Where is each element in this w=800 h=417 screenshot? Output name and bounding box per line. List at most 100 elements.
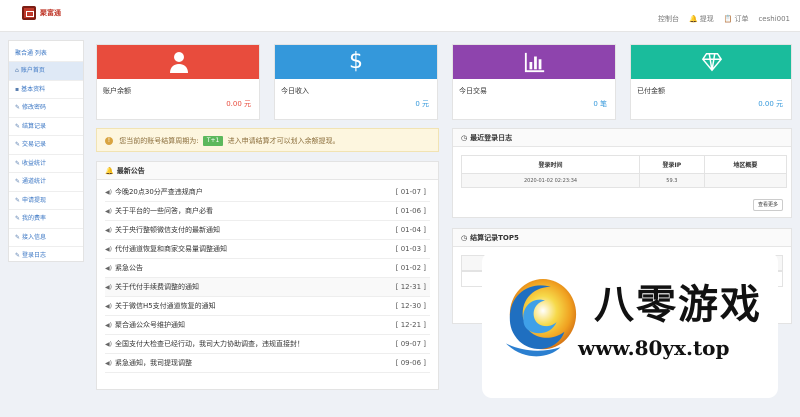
watermark-title: 八零游戏 <box>594 281 762 328</box>
announcement-date: [ 01-07 ] <box>395 188 426 196</box>
card-value: 0 笔 <box>593 100 607 108</box>
announcement-date: [ 09-06 ] <box>395 359 426 367</box>
announcement-item[interactable]: ◀) 代付通道恢复和商家交易量调整通知 [ 01-03 ] <box>105 240 430 259</box>
sidebar-item-label: 账户首页 <box>20 67 45 74</box>
brand-logo[interactable] <box>22 6 36 20</box>
top-bar: 聚富通 控制台 🔔 提现 📋 订单 ceshi001 <box>0 0 800 32</box>
nav-orders[interactable]: 📋 订单 <box>724 14 749 24</box>
announcement-item[interactable]: ◀) 今晚20点30分严查违规商户 [ 01-07 ] <box>105 183 430 202</box>
nav-orders-label: 订单 <box>734 15 749 23</box>
key-icon: ✎ <box>15 122 21 130</box>
login-log-header: ◷ 最近登录日志 <box>453 129 791 147</box>
announcement-item[interactable]: ◀) 关于微信H5支付通道恢复的通知 [ 12-30 ] <box>105 297 430 316</box>
swirl-logo-icon <box>505 279 577 357</box>
announcement-date: [ 12-31 ] <box>395 283 426 291</box>
column-header: 登录IP <box>639 155 705 174</box>
panel-title: 结算记录TOP5 <box>470 234 519 242</box>
speaker-icon: ◀) <box>105 360 112 367</box>
sidebar-item-label: 申请提现 <box>22 196 47 204</box>
key-icon: ✎ <box>15 159 21 167</box>
clock-icon: ◷ <box>461 134 468 142</box>
key-icon: ✎ <box>15 104 21 111</box>
sidebar-item-rates[interactable]: ✎ 我的费率 <box>9 209 83 228</box>
sidebar-item-withdraw[interactable]: ✎ 申请提现 <box>9 190 83 210</box>
announcements-panel: 🔔 最新公告 ◀) 今晚20点30分严查违规商户[ 01-07 ] ◀) 关于平台的一… <box>96 161 439 390</box>
sidebar-item-home[interactable]: ⌂ 账户首页 <box>9 61 83 80</box>
sidebar: 聚合通 列表 ⌂ 账户首页 ▪ 基本资料 ✎ 修改密码 ✎ 结算记录 ✎ 交易记录 ✎ 收益… <box>8 40 84 262</box>
top5-header: ◷ 结算记录TOP5 <box>453 229 791 247</box>
card-label: 今日收入 <box>281 87 309 95</box>
announcement-item[interactable]: ◀) 关于平台的一些问答，商户必看 [ 01-06 ] <box>105 202 430 221</box>
key-icon: ✎ <box>15 141 21 148</box>
announcement-item[interactable]: ◀) 全国支付大检查已经行动，我司大力协助调查，违规直接封！ [ 09-07 ] <box>105 335 430 354</box>
dollar-icon: $ <box>349 49 363 74</box>
home-icon: ⌂ <box>15 67 19 74</box>
login-ip: 59.3 <box>639 173 705 188</box>
speaker-icon: ◀) <box>105 284 112 291</box>
sidebar-item-profile[interactable]: ▪ 基本资料 <box>9 79 83 99</box>
sidebar-title: 聚合通 列表 <box>15 50 47 57</box>
login-time: 2020-01-02 02:23:34 <box>460 173 641 188</box>
announcement-date: [ 01-04 ] <box>395 226 426 234</box>
announcement-item[interactable]: ◀) 紧急公告 [ 01-02 ] <box>105 259 430 278</box>
panel-title: 最新公告 <box>116 167 145 175</box>
sidebar-item-transactions[interactable]: ✎ 交易记录 <box>9 135 83 154</box>
key-icon: ✎ <box>15 215 21 222</box>
nav-withdraw-label: 提现 <box>699 15 714 23</box>
announcement-date: [ 01-06 ] <box>395 207 426 215</box>
table-header-row: 登录时间 登录IP 地区概要 <box>460 155 788 174</box>
sidebar-item-label: 结算记录 <box>22 122 47 130</box>
announcement-date: [ 09-07 ] <box>395 340 426 348</box>
diamond-icon <box>701 53 723 72</box>
brand-name[interactable]: 聚富通 <box>40 8 61 18</box>
announcement-title: 今晚20点30分严查违规商户 <box>114 188 203 196</box>
nav-dashboard[interactable]: 控制台 <box>658 14 679 24</box>
login-region <box>703 173 788 188</box>
announcement-title: 全国支付大检查已经行动，我司大力协助调查，违规直接封！ <box>114 340 304 348</box>
sidebar-item-login-log[interactable]: ✎ 登录日志 <box>9 246 83 265</box>
card-paid-amount: 已付金额 0.00 元 <box>630 44 792 120</box>
card-value: 0.00 元 <box>226 100 251 108</box>
sidebar-item-access-info[interactable]: ✎ 接入信息 <box>9 227 83 247</box>
card-today-income: $ 今日收入 0 元 <box>274 44 438 120</box>
speaker-icon: ◀) <box>105 322 112 329</box>
nav-user[interactable]: ceshi001 <box>758 15 790 23</box>
announcement-item[interactable]: ◀) 关于代付手续费调整的通知 [ 12-31 ] <box>105 278 430 297</box>
announcements-header: 🔔 最新公告 <box>97 162 438 180</box>
sidebar-item-label: 交易记录 <box>22 141 47 148</box>
column-header: 地区概要 <box>703 155 788 174</box>
key-icon: ✎ <box>15 178 21 185</box>
announcement-title: 关于微信H5支付通道恢复的通知 <box>114 302 216 310</box>
bell-icon: 🔔 <box>689 15 698 23</box>
card-today-trades: 今日交易 0 笔 <box>452 44 616 120</box>
speaker-icon: ◀) <box>105 189 112 196</box>
announcement-list: ◀) 今晚20点30分严查违规商户[ 01-07 ] ◀) 关于平台的一些问答，商户… <box>97 180 438 373</box>
card-label: 已付金额 <box>637 87 665 95</box>
settlement-cycle-badge: T+1 <box>202 136 224 146</box>
sidebar-item-label: 修改密码 <box>22 104 47 111</box>
nav-withdraw[interactable]: 🔔 提现 <box>689 14 714 24</box>
clock-icon: ◷ <box>461 234 468 242</box>
card-balance: 账户余额 0.00 元 <box>96 44 260 120</box>
sidebar-item-label: 接入信息 <box>22 233 47 241</box>
sidebar-item-label: 通道统计 <box>22 178 47 185</box>
announcement-date: [ 01-02 ] <box>395 264 426 272</box>
view-more-button[interactable]: 查看更多 <box>752 199 783 211</box>
announcement-item[interactable]: ◀) 紧急通知，我司提现调整 [ 09-06 ] <box>105 354 430 373</box>
sidebar-item-settlement[interactable]: ✎ 结算记录 <box>9 116 83 136</box>
notice-text-after: 进入申请结算才可以划入余额提现。 <box>227 137 340 145</box>
announcement-item[interactable]: ◀) 关于央行整顿微信支付的最新通知 [ 01-04 ] <box>105 221 430 240</box>
bar-chart-icon <box>524 52 545 73</box>
card-value: 0.00 元 <box>758 100 783 108</box>
announcement-item[interactable]: ◀) 聚合通公众号维护通知 [ 12-21 ] <box>105 316 430 335</box>
speaker-icon: ◀) <box>105 341 112 348</box>
announcement-title: 紧急通知，我司提现调整 <box>114 359 192 367</box>
clipboard-icon: 📋 <box>723 15 733 23</box>
sidebar-item-password[interactable]: ✎ 修改密码 <box>9 98 83 117</box>
watermark-overlay: 八零游戏 www.80yx.top <box>482 252 778 398</box>
announcement-title: 关于平台的一些问答，商户必看 <box>114 207 213 215</box>
speaker-icon: ◀) <box>105 303 112 310</box>
speaker-icon: ◀) <box>105 265 112 272</box>
sidebar-item-channel-stats[interactable]: ✎ 通道统计 <box>9 172 83 191</box>
sidebar-item-income-stats[interactable]: ✎ 收益统计 <box>9 153 83 173</box>
